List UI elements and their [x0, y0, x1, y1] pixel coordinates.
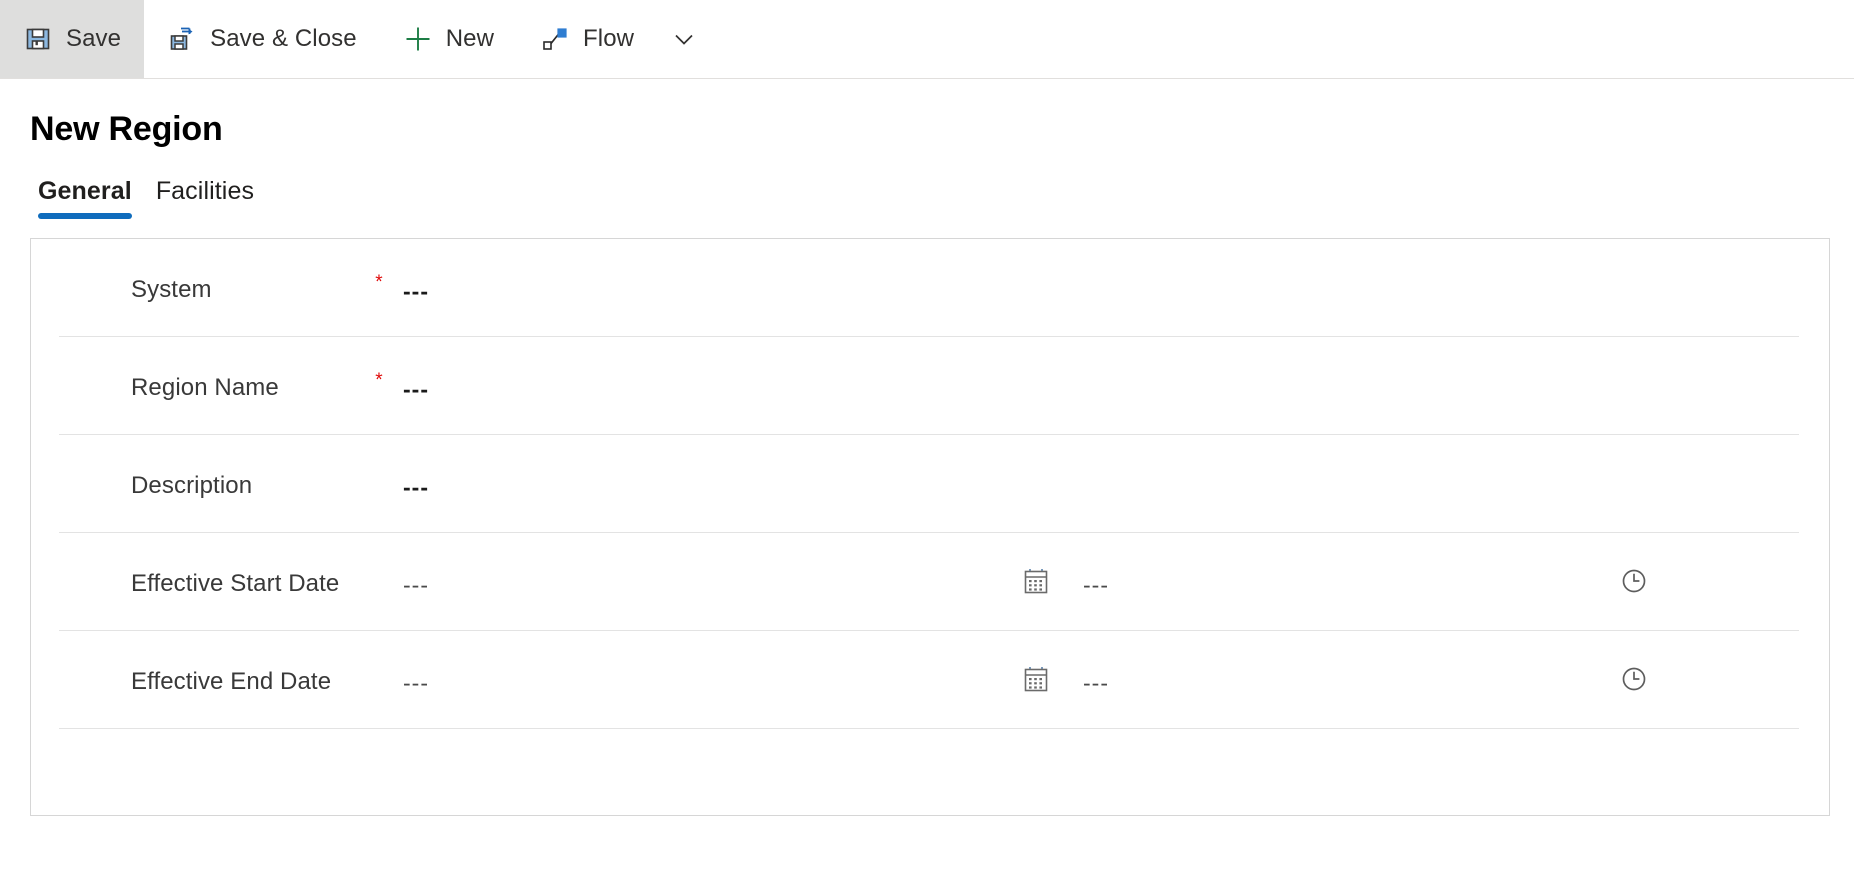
field-row-region-name: Region Name * ---	[59, 337, 1799, 435]
field-label-description: Description	[131, 472, 253, 499]
new-button-label: New	[445, 25, 495, 52]
field-list: System * --- Region Name * --- Descripti…	[59, 239, 1799, 729]
tab-general[interactable]: General	[26, 177, 144, 219]
flow-icon	[540, 24, 570, 54]
required-marker-region-name: *	[375, 370, 383, 391]
field-label-effective-end-date: Effective End Date	[131, 668, 332, 695]
field-label-effective-start-date: Effective Start Date	[131, 570, 340, 597]
field-value-system[interactable]: ---	[399, 239, 589, 305]
field-value-effective-end-date[interactable]: ---	[399, 631, 999, 697]
required-marker-system: *	[375, 272, 383, 293]
field-time-value-effective-start-date[interactable]: ---	[1073, 533, 1593, 599]
flow-button-label: Flow	[583, 25, 635, 52]
chevron-down-icon	[669, 24, 699, 54]
page-title: New Region	[30, 110, 223, 148]
page-body: New Region General Facilities System * -…	[0, 79, 1854, 816]
save-and-close-icon	[167, 24, 197, 54]
field-value-effective-start-date[interactable]: ---	[399, 533, 999, 599]
date-controls-effective-start-date: ---	[999, 533, 1649, 599]
command-bar: Save Save & Close New Flow	[0, 0, 1854, 79]
field-row-description: Description ---	[59, 435, 1799, 533]
calendar-icon[interactable]	[999, 533, 1073, 596]
clock-icon[interactable]	[1593, 631, 1649, 694]
save-button[interactable]: Save	[0, 0, 145, 78]
field-row-system: System * ---	[59, 239, 1799, 337]
field-row-effective-start-date: Effective Start Date --- ---	[59, 533, 1799, 631]
plus-icon	[403, 24, 433, 54]
new-button[interactable]: New	[380, 0, 517, 78]
field-value-description[interactable]: ---	[399, 435, 589, 501]
tab-facilities-label: Facilities	[155, 177, 255, 205]
save-and-close-button[interactable]: Save & Close	[144, 0, 380, 78]
form-card: System * --- Region Name * --- Descripti…	[30, 238, 1830, 816]
command-bar-overflow-button[interactable]	[657, 0, 711, 78]
save-and-close-button-label: Save & Close	[210, 25, 357, 52]
field-value-region-name[interactable]: ---	[399, 337, 589, 403]
tab-facilities[interactable]: Facilities	[144, 177, 266, 219]
save-button-label: Save	[66, 25, 122, 52]
tab-general-label: General	[38, 177, 132, 205]
field-label-region-name: Region Name	[131, 374, 279, 401]
save-icon	[23, 24, 53, 54]
field-row-effective-end-date: Effective End Date --- ---	[59, 631, 1799, 729]
field-label-system: System	[131, 276, 212, 303]
tab-list: General Facilities	[0, 149, 1854, 219]
date-controls-effective-end-date: ---	[999, 631, 1649, 697]
calendar-icon[interactable]	[999, 631, 1073, 694]
flow-button[interactable]: Flow	[517, 0, 657, 78]
field-time-value-effective-end-date[interactable]: ---	[1073, 631, 1593, 697]
clock-icon[interactable]	[1593, 533, 1649, 596]
